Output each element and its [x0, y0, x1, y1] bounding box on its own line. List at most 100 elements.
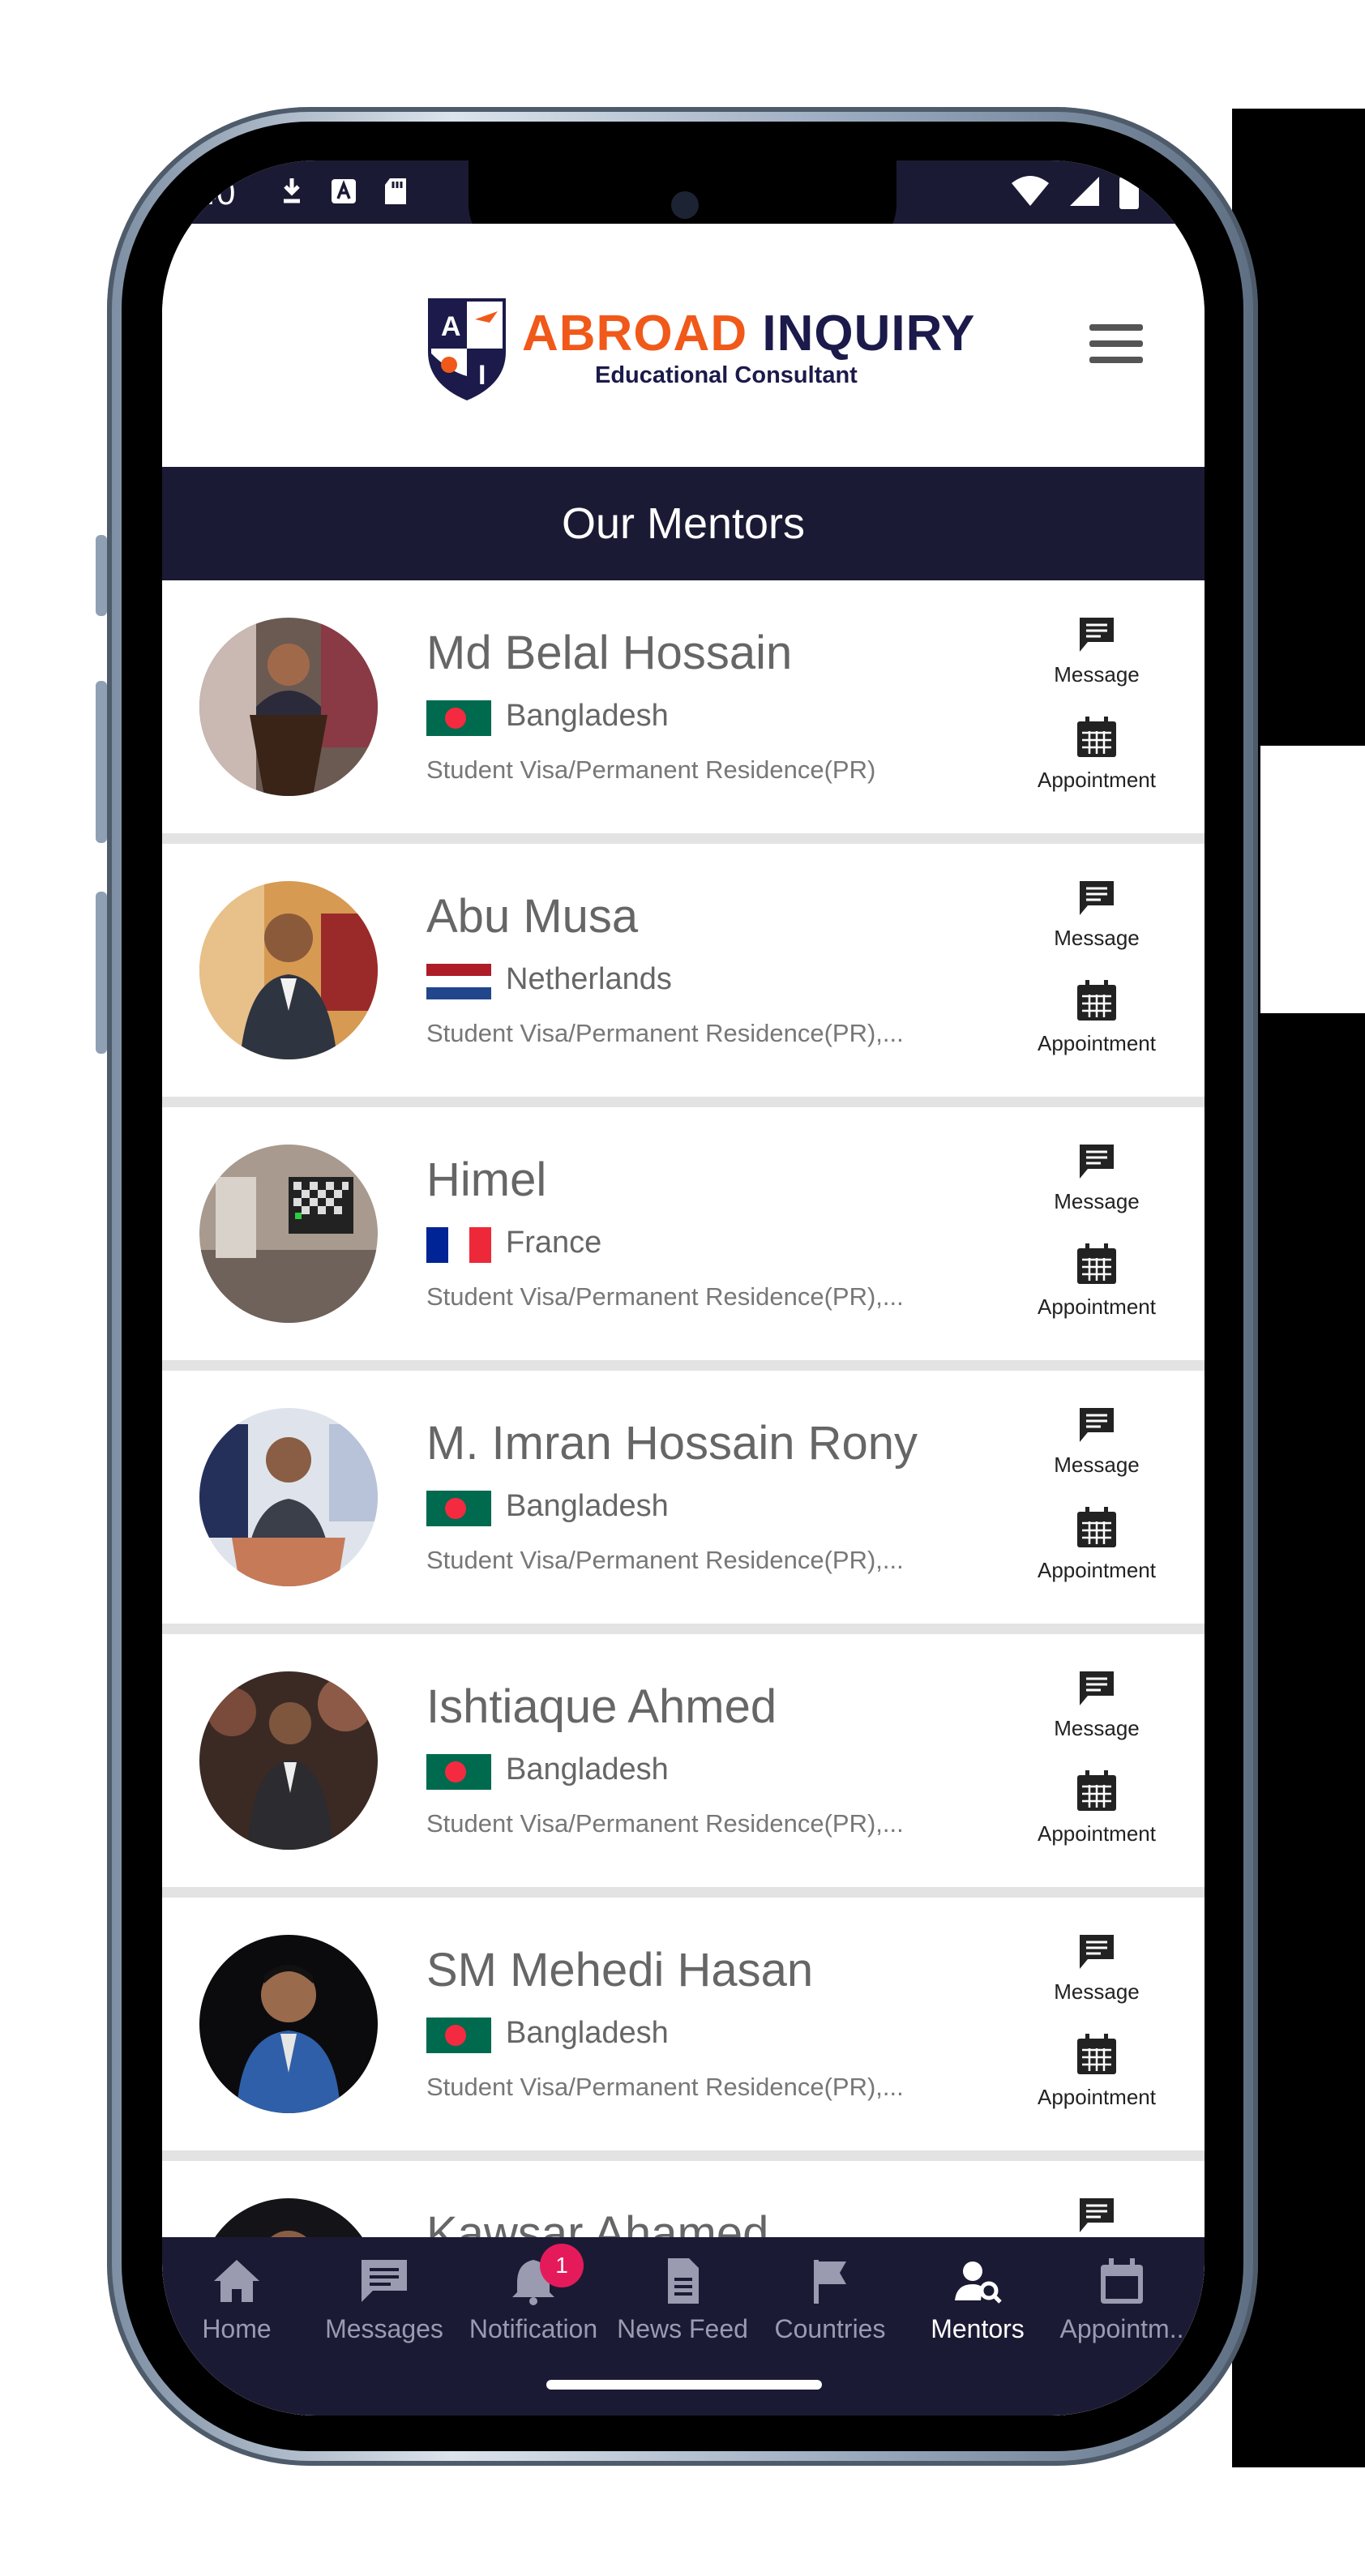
- svg-text:A: A: [441, 311, 461, 342]
- mentor-avatar: [199, 1671, 378, 1850]
- battery-icon: [1119, 173, 1140, 213]
- tab-notification[interactable]: 1 Notification: [459, 2244, 608, 2344]
- message-icon: [1080, 1935, 1114, 1969]
- message-button[interactable]: Message: [1028, 1406, 1166, 1478]
- mentor-avatar: [199, 1935, 378, 2113]
- mentor-search-icon: [955, 2261, 1002, 2304]
- mentor-visa-type: Student Visa/Permanent Residence(PR): [426, 755, 876, 784]
- calendar-icon: [1077, 1243, 1116, 1284]
- mentor-country: Bangladesh: [506, 699, 669, 733]
- tab-appointments[interactable]: Appointm..: [1047, 2257, 1196, 2344]
- mentor-country: Bangladesh: [506, 1489, 669, 1523]
- sd-card-icon: [379, 175, 412, 208]
- message-button[interactable]: Message: [1028, 879, 1166, 951]
- appointment-button[interactable]: Appointment: [1028, 1769, 1166, 1846]
- notification-badge: 1: [540, 2244, 584, 2287]
- tab-mentors[interactable]: Mentors: [903, 2257, 1052, 2344]
- mentor-name: Ishtiaque Ahmed: [426, 1680, 777, 1733]
- front-camera: [671, 191, 699, 219]
- mentor-country: Netherlands: [506, 962, 672, 996]
- background-notch: [1260, 746, 1365, 1013]
- mentor-card[interactable]: SM Mehedi Hasan Bangladesh Student Visa/…: [162, 1898, 1205, 2161]
- mentor-avatar: [199, 1408, 378, 1586]
- mentor-card[interactable]: Ishtiaque Ahmed Bangladesh Student Visa/…: [162, 1634, 1205, 1898]
- message-icon: [1080, 881, 1114, 915]
- tab-home[interactable]: Home: [162, 2257, 311, 2344]
- calendar-icon: [1077, 717, 1116, 757]
- mentor-visa-type: Student Visa/Permanent Residence(PR),...: [426, 1019, 904, 1047]
- message-icon: [1080, 1671, 1114, 1705]
- message-icon: [1080, 2198, 1114, 2232]
- mentor-name: Himel: [426, 1153, 547, 1206]
- mentor-card[interactable]: Md Belal Hossain Bangladesh Student Visa…: [162, 580, 1205, 844]
- message-icon: [1080, 1408, 1114, 1442]
- bangladesh-flag-icon: [426, 1754, 491, 1790]
- mentor-country: Bangladesh: [506, 2016, 669, 2050]
- status-time: .40: [188, 173, 236, 212]
- message-button[interactable]: Message: [1028, 1933, 1166, 2005]
- mentor-country: France: [506, 1226, 602, 1260]
- calendar-icon: [1077, 1507, 1116, 1547]
- message-button[interactable]: Message: [1028, 1670, 1166, 1741]
- app-screen: .40 A I ABROAD INQUIRY Educational Consu…: [162, 160, 1205, 2416]
- hamburger-menu-icon[interactable]: [1089, 324, 1143, 368]
- tab-news-feed[interactable]: News Feed: [608, 2257, 757, 2344]
- mentor-avatar: [199, 618, 378, 796]
- page-title-bar: Our Mentors: [162, 467, 1205, 580]
- message-icon: [362, 2260, 407, 2302]
- mentor-visa-type: Student Visa/Permanent Residence(PR),...: [426, 2073, 904, 2101]
- mentor-name: Md Belal Hossain: [426, 627, 793, 679]
- calendar-icon: [1077, 2034, 1116, 2074]
- flag-icon: [814, 2260, 846, 2304]
- netherlands-flag-icon: [426, 964, 491, 999]
- wifi-icon: [1010, 175, 1050, 212]
- mentor-list: Md Belal Hossain Bangladesh Student Visa…: [162, 580, 1205, 2416]
- shield-logo-icon: A I: [428, 298, 506, 400]
- france-flag-icon: [426, 1227, 491, 1263]
- message-button[interactable]: Message: [1028, 616, 1166, 687]
- keyboard-a-icon: [327, 175, 360, 208]
- calendar-icon: [1077, 980, 1116, 1021]
- mentor-visa-type: Student Visa/Permanent Residence(PR),...: [426, 1282, 904, 1311]
- svg-text:I: I: [478, 360, 486, 391]
- message-icon: [1080, 618, 1114, 652]
- page-title: Our Mentors: [561, 499, 806, 548]
- calendar-icon: [1101, 2258, 1143, 2304]
- message-icon: [1080, 1145, 1114, 1179]
- mentor-name: M. Imran Hossain Rony: [426, 1417, 918, 1470]
- bangladesh-flag-icon: [426, 1491, 491, 1526]
- mentor-name: Abu Musa: [426, 890, 639, 943]
- action-button: [96, 535, 107, 616]
- home-indicator[interactable]: [546, 2380, 822, 2390]
- document-icon: [668, 2258, 699, 2304]
- mentor-card[interactable]: Himel France Student Visa/Permanent Resi…: [162, 1107, 1205, 1371]
- appointment-button[interactable]: Appointment: [1028, 1242, 1166, 1320]
- mentor-avatar: [199, 881, 378, 1059]
- brand-tagline: Educational Consultant: [595, 362, 858, 388]
- mentor-country: Bangladesh: [506, 1752, 669, 1787]
- volume-up-button: [96, 681, 107, 843]
- home-icon: [214, 2260, 259, 2302]
- brand-logo[interactable]: A I ABROAD INQUIRY Educational Consultan…: [425, 295, 975, 402]
- calendar-icon: [1077, 1770, 1116, 1811]
- mentor-card[interactable]: Abu Musa Netherlands Student Visa/Perman…: [162, 844, 1205, 1107]
- message-button[interactable]: [1028, 2197, 1166, 2238]
- appointment-button[interactable]: Appointment: [1028, 2032, 1166, 2110]
- bangladesh-flag-icon: [426, 2018, 491, 2053]
- appointment-button[interactable]: Appointment: [1028, 715, 1166, 793]
- mentor-card[interactable]: M. Imran Hossain Rony Bangladesh Student…: [162, 1371, 1205, 1634]
- message-button[interactable]: Message: [1028, 1143, 1166, 1214]
- mentor-visa-type: Student Visa/Permanent Residence(PR),...: [426, 1809, 904, 1838]
- signal-icon: [1068, 175, 1101, 212]
- mentor-name: SM Mehedi Hasan: [426, 1944, 814, 1996]
- app-header: A I ABROAD INQUIRY Educational Consultan…: [162, 224, 1205, 467]
- tab-messages[interactable]: Messages: [310, 2257, 459, 2344]
- appointment-button[interactable]: Appointment: [1028, 978, 1166, 1056]
- volume-down-button: [96, 892, 107, 1054]
- mentor-avatar: [199, 1145, 378, 1323]
- mentor-visa-type: Student Visa/Permanent Residence(PR),...: [426, 1546, 904, 1574]
- tab-countries[interactable]: Countries: [755, 2257, 905, 2344]
- appointment-button[interactable]: Appointment: [1028, 1505, 1166, 1583]
- download-icon: [276, 175, 308, 208]
- bangladesh-flag-icon: [426, 700, 491, 736]
